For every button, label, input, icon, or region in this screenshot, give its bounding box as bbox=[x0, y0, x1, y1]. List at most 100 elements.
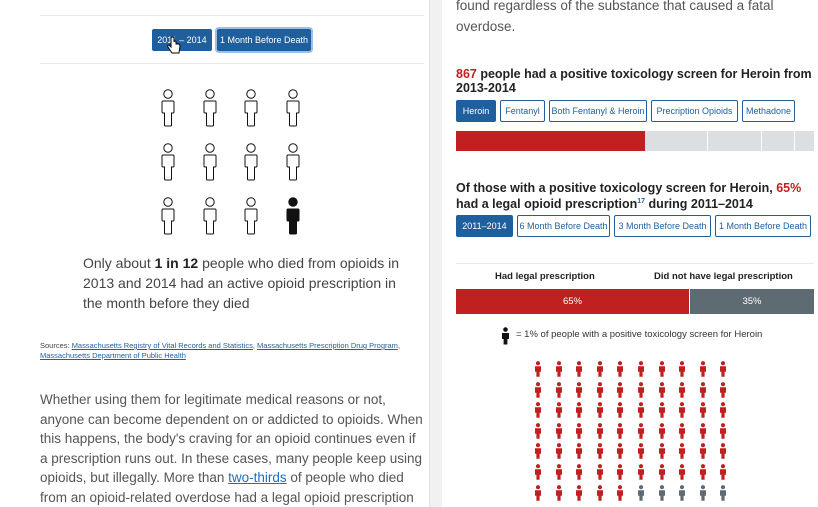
person-red-icon bbox=[617, 484, 624, 501]
divider bbox=[40, 15, 424, 16]
person-red-icon bbox=[535, 381, 541, 398]
person-red-icon bbox=[555, 422, 562, 439]
person-red-icon bbox=[658, 422, 665, 439]
tab-methadone[interactable]: Methadone bbox=[742, 100, 795, 122]
person-gray-icon bbox=[638, 484, 644, 501]
sources: Sources: Massachusetts Registry of Vital… bbox=[40, 341, 401, 360]
person-red-icon bbox=[679, 422, 686, 439]
person-red-icon bbox=[638, 422, 644, 439]
tab-period-2011-2014[interactable]: 2011–2014 bbox=[456, 215, 513, 237]
divider bbox=[40, 63, 424, 64]
had-prescription-bar: 65% bbox=[456, 289, 689, 314]
tab-2011-2014[interactable]: 2011 – 2014 bbox=[152, 29, 212, 51]
person-red-icon bbox=[555, 443, 562, 460]
bar-divider bbox=[761, 131, 762, 151]
person-red-icon bbox=[699, 402, 706, 418]
person-outline-icon bbox=[161, 89, 175, 127]
person-red-icon bbox=[699, 443, 706, 460]
tab-fentanyl[interactable]: Fentanyl bbox=[500, 100, 545, 122]
person-outline-icon bbox=[286, 143, 299, 181]
person-outline-icon bbox=[244, 197, 258, 235]
person-red-icon bbox=[679, 443, 686, 460]
source-link-prescription-program[interactable]: Massachusetts Prescription Drug Program bbox=[257, 341, 398, 350]
person-red-icon bbox=[720, 443, 727, 460]
person-red-icon bbox=[596, 422, 603, 439]
person-outline-icon bbox=[203, 89, 216, 127]
source-link-vital-records[interactable]: Massachusetts Registry of Vital Records … bbox=[72, 341, 253, 350]
person-red-icon bbox=[720, 402, 727, 418]
hand-cursor-icon bbox=[167, 36, 181, 54]
person-red-icon bbox=[720, 464, 727, 480]
person-red-icon bbox=[699, 464, 706, 480]
had-prescription-label: Had legal prescription bbox=[495, 271, 595, 282]
legal-prescription-heading: Of those with a positive toxicology scre… bbox=[456, 181, 802, 212]
person-red-icon bbox=[720, 422, 727, 439]
person-red-icon bbox=[576, 484, 583, 501]
person-red-icon bbox=[535, 443, 541, 460]
person-red-icon bbox=[576, 464, 583, 480]
bar-divider bbox=[707, 131, 708, 151]
person-red-icon bbox=[679, 361, 686, 377]
person-red-icon bbox=[535, 464, 541, 480]
person-red-icon bbox=[617, 381, 624, 398]
person-outline-icon bbox=[161, 143, 175, 181]
tab-6-month[interactable]: 6 Month Before Death bbox=[517, 215, 610, 237]
person-gray-icon bbox=[699, 484, 706, 501]
person-red-icon bbox=[699, 361, 706, 377]
tab-both-fentanyl-heroin[interactable]: Both Fentanyl & Heroin bbox=[549, 100, 647, 122]
two-thirds-link[interactable]: two-thirds bbox=[228, 470, 287, 485]
intro-text: found regardless of the substance that c… bbox=[456, 0, 774, 34]
tab-1-month-before-death[interactable]: 1 Month Before Death bbox=[217, 29, 311, 51]
person-red-icon bbox=[576, 443, 583, 460]
person-outline-icon bbox=[244, 89, 258, 127]
person-red-icon bbox=[596, 464, 603, 480]
body-paragraph: Whether using them for legitimate medica… bbox=[40, 392, 423, 505]
person-red-icon bbox=[555, 484, 562, 501]
substance-bar bbox=[456, 131, 814, 151]
person-red-icon bbox=[638, 402, 644, 418]
person-red-icon bbox=[658, 443, 665, 460]
person-red-icon bbox=[679, 464, 686, 480]
person-red-icon bbox=[535, 402, 541, 418]
scrollbar[interactable] bbox=[429, 0, 442, 507]
person-red-icon bbox=[576, 422, 583, 439]
person-red-icon bbox=[535, 422, 541, 439]
person-red-icon bbox=[679, 381, 686, 398]
person-red-icon bbox=[596, 443, 603, 460]
tab-3-month[interactable]: 3 Month Before Death bbox=[614, 215, 711, 237]
tab-heroin[interactable]: Heroin bbox=[456, 100, 496, 122]
person-red-icon bbox=[596, 484, 603, 501]
person-red-icon bbox=[658, 381, 665, 398]
tab-1-month[interactable]: 1 Month Before Death bbox=[715, 215, 811, 237]
no-prescription-bar: 35% bbox=[690, 289, 814, 314]
bar-divider bbox=[794, 131, 795, 151]
tab-prescription-opioids[interactable]: Precription Opioids bbox=[651, 100, 738, 122]
person-outline-icon bbox=[286, 89, 299, 127]
left-panel: 2011 – 2014 1 Month Before Death Only ab… bbox=[0, 0, 442, 507]
heroin-count-heading: 867 people had a positive toxicology scr… bbox=[456, 67, 812, 95]
person-icon bbox=[502, 327, 509, 345]
person-red-icon bbox=[535, 361, 541, 377]
person-gray-icon bbox=[679, 484, 686, 501]
source-link-dph[interactable]: Massachusetts Department of Public Healt… bbox=[40, 351, 186, 360]
person-red-icon bbox=[596, 361, 603, 377]
right-panel: found regardless of the substance that c… bbox=[442, 0, 818, 507]
person-red-icon bbox=[720, 361, 727, 377]
person-red-icon bbox=[555, 464, 562, 480]
person-red-icon bbox=[576, 361, 583, 377]
person-red-icon bbox=[555, 361, 562, 377]
person-red-icon bbox=[596, 381, 603, 398]
person-red-icon bbox=[699, 381, 706, 398]
bar-segment-heroin bbox=[456, 131, 645, 151]
person-red-icon bbox=[658, 361, 665, 377]
person-red-icon bbox=[535, 484, 541, 501]
person-red-icon bbox=[555, 381, 562, 398]
person-red-icon bbox=[617, 361, 624, 377]
legend-text: = 1% of people with a positive toxicolog… bbox=[516, 329, 763, 340]
person-outline-icon bbox=[203, 197, 216, 235]
person-red-icon bbox=[638, 443, 644, 460]
person-red-icon bbox=[617, 443, 624, 460]
person-red-icon bbox=[617, 464, 624, 480]
person-outline-icon bbox=[203, 143, 216, 181]
no-prescription-label: Did not have legal prescription bbox=[654, 271, 793, 282]
